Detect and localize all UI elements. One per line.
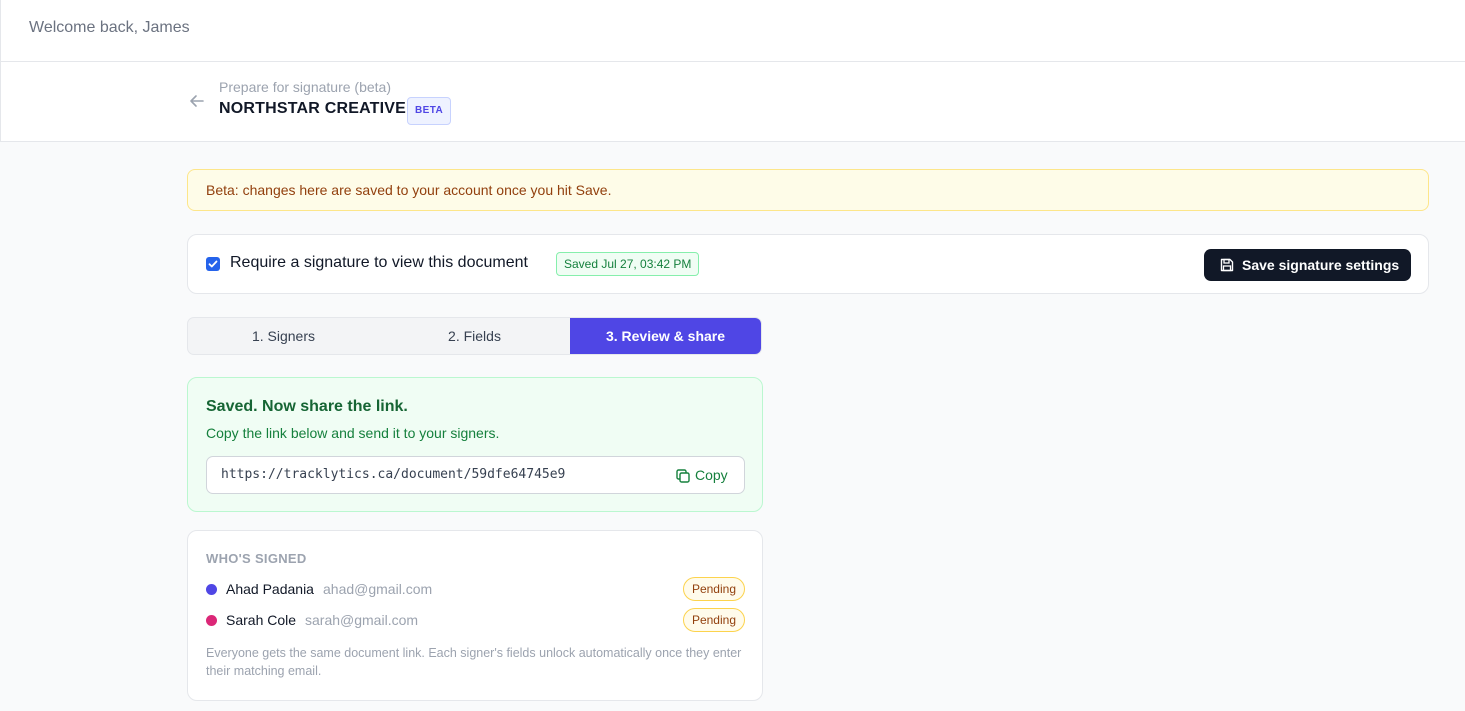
welcome-message: Welcome back, James bbox=[29, 19, 190, 36]
tab-signers[interactable]: 1. Signers bbox=[188, 318, 379, 354]
save-button-label: Save signature settings bbox=[1242, 257, 1400, 273]
copy-label: Copy bbox=[695, 467, 728, 483]
share-subtitle: Copy the link below and send it to your … bbox=[206, 425, 500, 441]
signer-name: Sarah Cole bbox=[226, 612, 297, 628]
copy-icon bbox=[675, 468, 691, 487]
signers-note: Everyone gets the same document link. Ea… bbox=[206, 646, 742, 678]
beta-badge: BETA bbox=[407, 97, 452, 125]
page-title: NORTHSTAR CREATIVE bbox=[219, 100, 407, 117]
require-signature-checkbox[interactable] bbox=[206, 257, 220, 271]
signer-email: sarah@gmail.com bbox=[305, 612, 419, 628]
back-arrow-icon[interactable] bbox=[188, 92, 206, 110]
signer-name: Ahad Padania bbox=[226, 581, 314, 597]
whos-signed-heading: WHO'S SIGNED bbox=[206, 551, 307, 566]
page-header: Prepare for signature (beta) NORTHSTAR C… bbox=[0, 62, 1465, 142]
signer-color-dot bbox=[206, 615, 217, 626]
workflow-tabs: 1. Signers 2. Fields 3. Review & share bbox=[187, 317, 762, 355]
signer-email: ahad@gmail.com bbox=[323, 581, 433, 597]
whos-signed-card: WHO'S SIGNED Ahad Padania ahad@gmail.com… bbox=[187, 530, 763, 701]
share-link-field[interactable]: https://tracklytics.ca/document/59dfe647… bbox=[206, 456, 745, 494]
breadcrumb: Prepare for signature (beta) bbox=[219, 79, 391, 95]
signature-settings-card: Require a signature to view this documen… bbox=[187, 234, 1429, 294]
signer-row: Ahad Padania ahad@gmail.com Pending bbox=[206, 577, 745, 601]
checkmark-icon bbox=[208, 260, 218, 268]
tab-fields[interactable]: 2. Fields bbox=[379, 318, 570, 354]
floppy-disk-icon bbox=[1220, 258, 1234, 275]
require-signature-label[interactable]: Require a signature to view this documen… bbox=[230, 254, 528, 272]
share-title: Saved. Now share the link. bbox=[206, 398, 408, 415]
status-badge: Pending bbox=[682, 577, 745, 601]
share-link-text[interactable]: https://tracklytics.ca/document/59dfe647… bbox=[221, 467, 565, 482]
saved-status-badge: Saved Jul 27, 03:42 PM bbox=[556, 252, 700, 276]
signer-row: Sarah Cole sarah@gmail.com Pending bbox=[206, 608, 745, 632]
beta-notice: Beta: changes here are saved to your acc… bbox=[187, 169, 1429, 211]
signer-color-dot bbox=[206, 584, 217, 595]
top-bar: Welcome back, James bbox=[0, 0, 1465, 62]
tab-review-share[interactable]: 3. Review & share bbox=[570, 318, 761, 354]
status-badge: Pending bbox=[682, 608, 745, 632]
save-signature-settings-button[interactable]: Save signature settings bbox=[1204, 249, 1411, 281]
share-link-card: Saved. Now share the link. Copy the link… bbox=[187, 377, 763, 512]
